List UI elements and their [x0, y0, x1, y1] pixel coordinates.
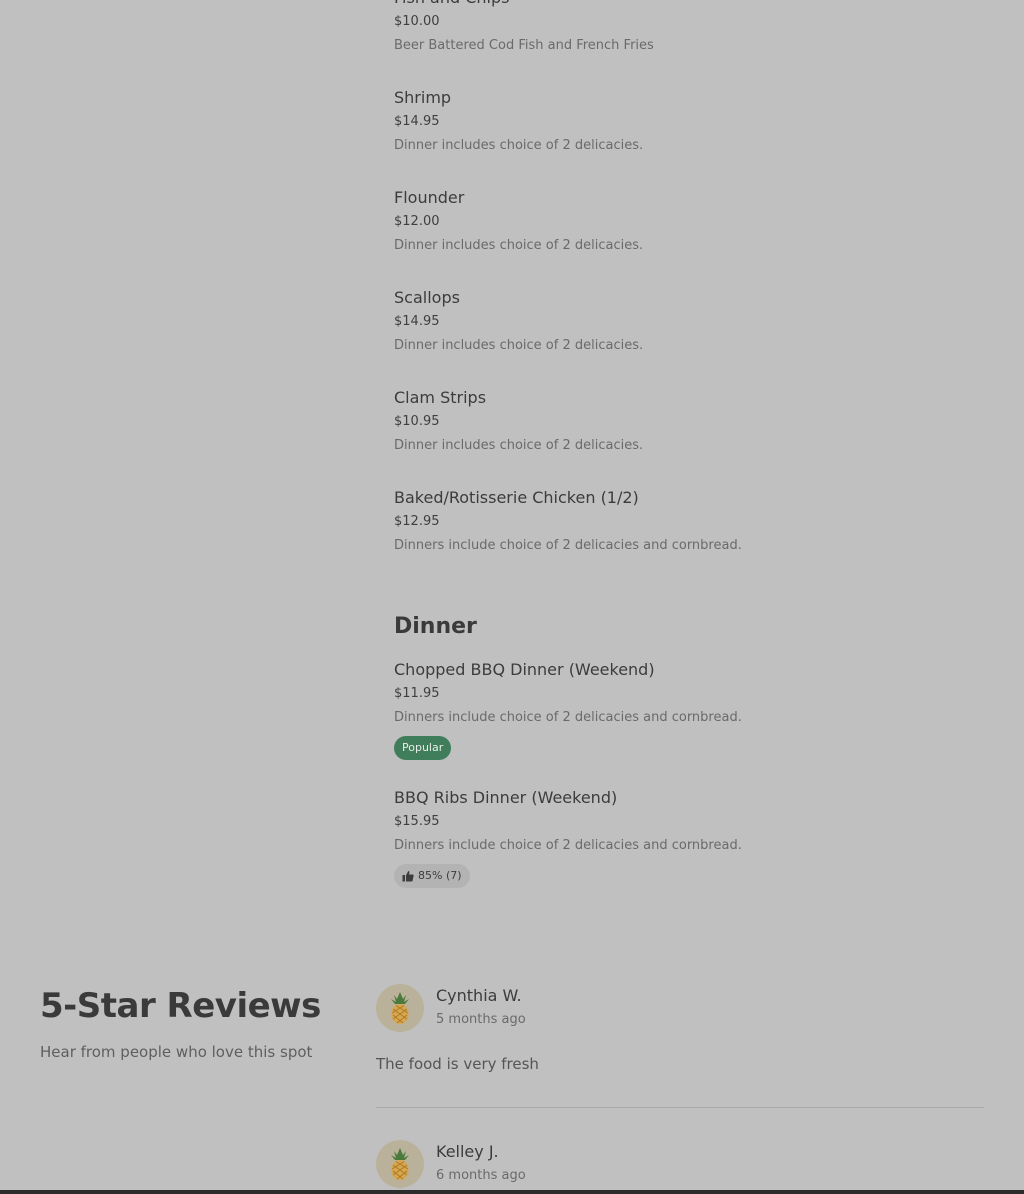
thumbs-up-icon	[402, 871, 414, 882]
review-timestamp: 6 months ago	[436, 1168, 526, 1183]
pineapple-icon	[391, 992, 409, 1024]
menu-item-description: Beer Battered Cod Fish and French Fries	[394, 38, 654, 53]
menu-item-price: $12.95	[394, 514, 440, 529]
menu-item-name: BBQ Ribs Dinner (Weekend)	[394, 788, 618, 807]
rating-text: 85% (7)	[418, 869, 462, 882]
reviewer-name[interactable]: Kelley J.	[436, 1142, 499, 1162]
menu-item-name: Fish and Chips	[394, 0, 509, 8]
review-card: Cynthia W. 5 months ago The food is very…	[376, 984, 984, 1084]
menu-item-description: Dinner includes choice of 2 delicacies.	[394, 238, 644, 253]
menu-item-description: Dinners include choice of 2 delicacies a…	[394, 838, 742, 853]
pineapple-icon	[391, 1148, 409, 1180]
menu-item-price: $14.95	[394, 314, 440, 329]
menu-item-description: Dinners include choice of 2 delicacies a…	[394, 710, 742, 725]
menu-item-description: Dinner includes choice of 2 delicacies.	[394, 438, 644, 453]
menu-item-description: Dinner includes choice of 2 delicacies.	[394, 138, 644, 153]
avatar	[376, 1140, 424, 1188]
menu-item-name: Scallops	[394, 288, 460, 307]
menu-item[interactable]: Shrimp $14.95 Dinner includes choice of …	[394, 88, 643, 153]
review-card: Kelley J. 6 months ago	[376, 1140, 984, 1194]
menu-item-price: $10.95	[394, 414, 440, 429]
menu-item[interactable]: Clam Strips $10.95 Dinner includes choic…	[394, 388, 643, 453]
menu-item-name: Clam Strips	[394, 388, 487, 407]
menu-item[interactable]: Fish and Chips $10.00 Beer Battered Cod …	[394, 0, 654, 53]
menu-item-name: Flounder	[394, 188, 465, 207]
menu-item[interactable]: Scallops $14.95 Dinner includes choice o…	[394, 288, 643, 353]
menu-item-name: Baked/Rotisserie Chicken (1/2)	[394, 488, 639, 507]
menu-item-price: $10.00	[394, 14, 440, 29]
popular-badge: Popular	[394, 736, 452, 760]
menu-item[interactable]: Baked/Rotisserie Chicken (1/2) $12.95 Di…	[394, 488, 742, 553]
avatar	[376, 984, 424, 1032]
bottom-bar	[0, 1190, 1024, 1194]
rating-badge: 85% (7)	[394, 864, 470, 888]
menu-item-price: $14.95	[394, 114, 440, 129]
menu-item-price: $12.00	[394, 214, 440, 229]
menu-item-price: $15.95	[394, 814, 440, 829]
menu-item-description: Dinners include choice of 2 delicacies a…	[394, 538, 742, 553]
menu-item[interactable]: Flounder $12.00 Dinner includes choice o…	[394, 188, 643, 253]
section-title-dinner: Dinner	[394, 614, 477, 639]
review-text: The food is very fresh	[376, 1055, 539, 1073]
reviews-heading: 5-Star Reviews	[40, 986, 321, 1026]
menu-item-name: Shrimp	[394, 88, 452, 107]
menu-item-price: $11.95	[394, 686, 440, 701]
menu-item[interactable]: Chopped BBQ Dinner (Weekend) $11.95 Dinn…	[394, 660, 742, 760]
menu-item-description: Dinner includes choice of 2 delicacies.	[394, 338, 644, 353]
menu-item-name: Chopped BBQ Dinner (Weekend)	[394, 660, 655, 679]
review-divider	[376, 1107, 984, 1108]
reviewer-name[interactable]: Cynthia W.	[436, 986, 522, 1006]
reviews-subheading: Hear from people who love this spot	[40, 1043, 313, 1061]
review-timestamp: 5 months ago	[436, 1012, 526, 1027]
